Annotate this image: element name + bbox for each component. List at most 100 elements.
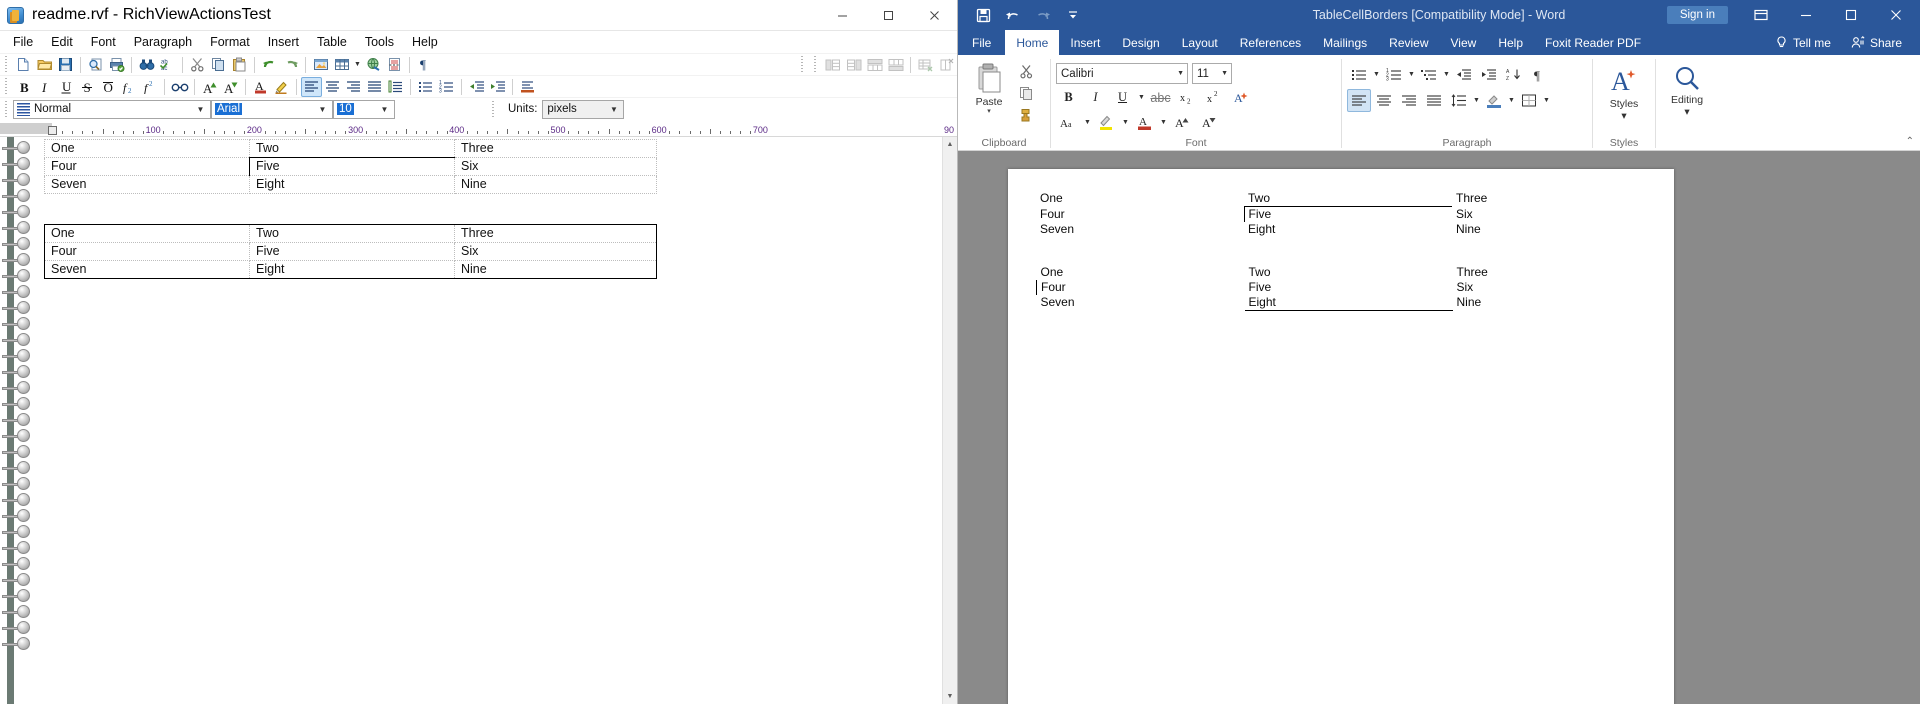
multilevel-caret-icon[interactable]: ▼ <box>1442 63 1451 86</box>
insert-hyperlink-icon[interactable] <box>363 55 384 75</box>
tab-review[interactable]: Review <box>1378 30 1439 55</box>
sign-in-button[interactable]: Sign in <box>1666 6 1728 24</box>
bold-button[interactable]: B <box>1056 86 1081 109</box>
underline-icon[interactable]: U <box>55 77 76 97</box>
left-indent-marker[interactable] <box>48 126 57 135</box>
glasses-font-dialog-icon[interactable] <box>169 77 190 97</box>
highlight-marker-icon[interactable] <box>271 77 292 97</box>
redo-icon[interactable] <box>280 55 301 75</box>
table-row[interactable]: One Two Three <box>44 139 657 158</box>
print-icon[interactable] <box>106 55 127 75</box>
cell-seven[interactable]: Seven <box>1037 295 1245 311</box>
paragraph-style-combobox[interactable]: Normal ▼ <box>13 99 211 119</box>
menu-font[interactable]: Font <box>82 32 125 52</box>
word-close-button[interactable] <box>1873 0 1918 30</box>
insert-table-dropdown-arrow[interactable]: ▼ <box>352 55 363 75</box>
cut-icon[interactable] <box>187 55 208 75</box>
menu-format[interactable]: Format <box>201 32 259 52</box>
table-row[interactable]: One Two Three <box>1036 191 1636 207</box>
cell-five[interactable]: Five <box>1245 280 1453 295</box>
menu-tools[interactable]: Tools <box>356 32 403 52</box>
underline-button[interactable]: U <box>1110 86 1135 109</box>
line-spacing-button[interactable] <box>1447 89 1471 112</box>
cell-three[interactable]: Three <box>454 224 657 243</box>
change-case-button[interactable]: Aa <box>1056 111 1081 134</box>
cell-two[interactable]: Two <box>1244 191 1452 207</box>
tab-foxit-reader-pdf[interactable]: Foxit Reader PDF <box>1534 30 1652 55</box>
table-row[interactable]: Four Five Six <box>44 242 657 261</box>
chevron-down-icon[interactable]: ▼ <box>1177 70 1184 77</box>
paragraph-border-icon[interactable] <box>517 77 538 97</box>
increase-indent-icon[interactable] <box>487 77 508 97</box>
find-icon[interactable] <box>136 55 157 75</box>
number-list-icon[interactable]: 123 <box>436 77 457 97</box>
cell-six[interactable]: Six <box>454 242 657 261</box>
scroll-up-button[interactable]: ▲ <box>943 137 957 152</box>
font-name-combobox[interactable]: Arial ▼ <box>211 99 333 119</box>
cell-seven[interactable]: Seven <box>44 175 250 194</box>
align-right-button[interactable] <box>1397 89 1421 112</box>
cell-eight[interactable]: Eight <box>249 260 455 279</box>
save-quick-access-icon[interactable] <box>968 3 998 27</box>
styles-button[interactable]: A Styles ▾ <box>1598 59 1650 122</box>
word-document-area[interactable]: One Two Three Four Five Six Seven Eight <box>958 151 1920 704</box>
richview-document-page[interactable]: One Two Three Four Five Six Seven Eight <box>36 137 957 704</box>
superscript-button[interactable]: x2 <box>1202 86 1227 109</box>
insert-column-right-icon[interactable] <box>843 55 864 75</box>
cell-four[interactable]: Four <box>1036 280 1245 295</box>
cell-six[interactable]: Six <box>454 157 657 176</box>
minimize-button[interactable] <box>819 0 865 31</box>
insert-row-above-icon[interactable] <box>864 55 885 75</box>
tab-view[interactable]: View <box>1440 30 1488 55</box>
align-justify-icon[interactable] <box>364 77 385 97</box>
word-maximize-button[interactable] <box>1828 0 1873 30</box>
cell-five[interactable]: Five <box>249 242 455 261</box>
toolbar-grip[interactable] <box>3 100 10 118</box>
font-name-combobox[interactable]: Calibri ▼ <box>1056 63 1188 84</box>
cell-two[interactable]: Two <box>1245 265 1453 280</box>
insert-row-below-icon[interactable] <box>885 55 906 75</box>
new-document-icon[interactable] <box>13 55 34 75</box>
table-row[interactable]: Four Five Six <box>1036 280 1637 295</box>
show-formatting-marks-pilcrow-icon[interactable]: ¶ <box>414 55 435 75</box>
tab-references[interactable]: References <box>1229 30 1312 55</box>
word-page[interactable]: One Two Three Four Five Six Seven Eight <box>1008 169 1674 704</box>
menu-help[interactable]: Help <box>403 32 447 52</box>
share-button[interactable]: Share <box>1841 36 1912 50</box>
word-minimize-button[interactable] <box>1783 0 1828 30</box>
text-effects-button[interactable]: A <box>1229 86 1254 109</box>
tab-insert[interactable]: Insert <box>1059 30 1111 55</box>
shading-button[interactable] <box>1482 89 1506 112</box>
font-color-caret-icon[interactable]: ▼ <box>1159 111 1168 134</box>
show-formatting-marks-button[interactable]: ¶ <box>1527 63 1551 86</box>
numbering-caret-icon[interactable]: ▼ <box>1407 63 1416 86</box>
line-spacing-icon[interactable] <box>385 77 406 97</box>
open-document-icon[interactable] <box>34 55 55 75</box>
bold-icon[interactable]: B <box>13 77 34 97</box>
cell-seven[interactable]: Seven <box>1036 222 1244 237</box>
editing-caret-icon[interactable]: ▾ <box>1684 106 1689 118</box>
strikethrough-button[interactable]: abc <box>1148 86 1173 109</box>
numbering-button[interactable]: 123 <box>1382 63 1406 86</box>
document-table-1[interactable]: One Two Three Four Five Six Seven Eight <box>44 139 657 194</box>
cell-nine[interactable]: Nine <box>1453 295 1637 311</box>
save-document-icon[interactable] <box>55 55 76 75</box>
redo-quick-access-icon[interactable] <box>1028 3 1058 27</box>
copy-icon[interactable] <box>208 55 229 75</box>
align-center-button[interactable] <box>1372 89 1396 112</box>
insert-column-left-icon[interactable] <box>822 55 843 75</box>
grow-font-icon[interactable]: A <box>199 77 220 97</box>
font-color-button[interactable]: A <box>1132 111 1157 134</box>
copy-button[interactable] <box>1015 83 1037 104</box>
cell-four[interactable]: Four <box>44 242 250 261</box>
font-size-combobox[interactable]: 11 ▼ <box>1192 63 1232 84</box>
cell-three[interactable]: Three <box>454 139 657 158</box>
subscript-button[interactable]: x2 <box>1175 86 1200 109</box>
underline-caret-icon[interactable]: ▼ <box>1137 86 1146 109</box>
cell-one[interactable]: One <box>44 224 250 243</box>
toolbar-grip[interactable] <box>3 56 10 73</box>
table-toolbar-grip-2[interactable] <box>812 56 819 73</box>
paste-caret-icon[interactable]: ▾ <box>987 107 991 115</box>
undo-quick-access-icon[interactable] <box>998 3 1028 27</box>
word-table-2[interactable]: One Two Three Four Five Six Seven Eight <box>1036 265 1637 311</box>
